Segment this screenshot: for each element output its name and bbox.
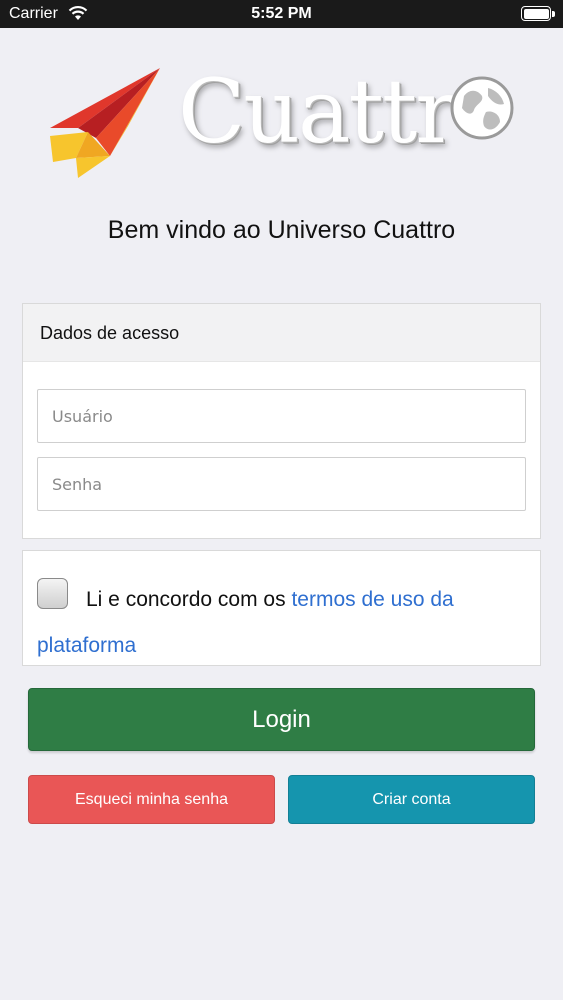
logo-wordmark: Cuattr bbox=[178, 60, 457, 163]
create-account-button[interactable]: Criar conta bbox=[288, 775, 535, 824]
username-input[interactable] bbox=[37, 389, 526, 443]
clock: 5:52 PM bbox=[251, 5, 312, 22]
paper-plane-icon bbox=[50, 68, 160, 178]
terms-text: Li e concordo com os bbox=[86, 588, 292, 611]
forgot-password-button[interactable]: Esqueci minha senha bbox=[28, 775, 275, 824]
terms-label: Li e concordo com os termos de uso da pl… bbox=[37, 577, 517, 669]
cuattro-logo: Cuattr bbox=[48, 66, 518, 184]
welcome-heading: Bem vindo ao Universo Cuattro bbox=[107, 216, 456, 244]
terms-panel: Li e concordo com os termos de uso da pl… bbox=[22, 550, 541, 666]
login-button[interactable]: Login bbox=[28, 688, 535, 751]
password-input[interactable] bbox=[37, 457, 526, 511]
access-panel: Dados de acesso bbox=[22, 303, 541, 539]
battery-icon bbox=[521, 6, 555, 21]
globe-icon bbox=[450, 76, 514, 140]
status-bar: Carrier 5:52 PM bbox=[0, 0, 563, 28]
access-panel-header: Dados de acesso bbox=[23, 304, 540, 362]
